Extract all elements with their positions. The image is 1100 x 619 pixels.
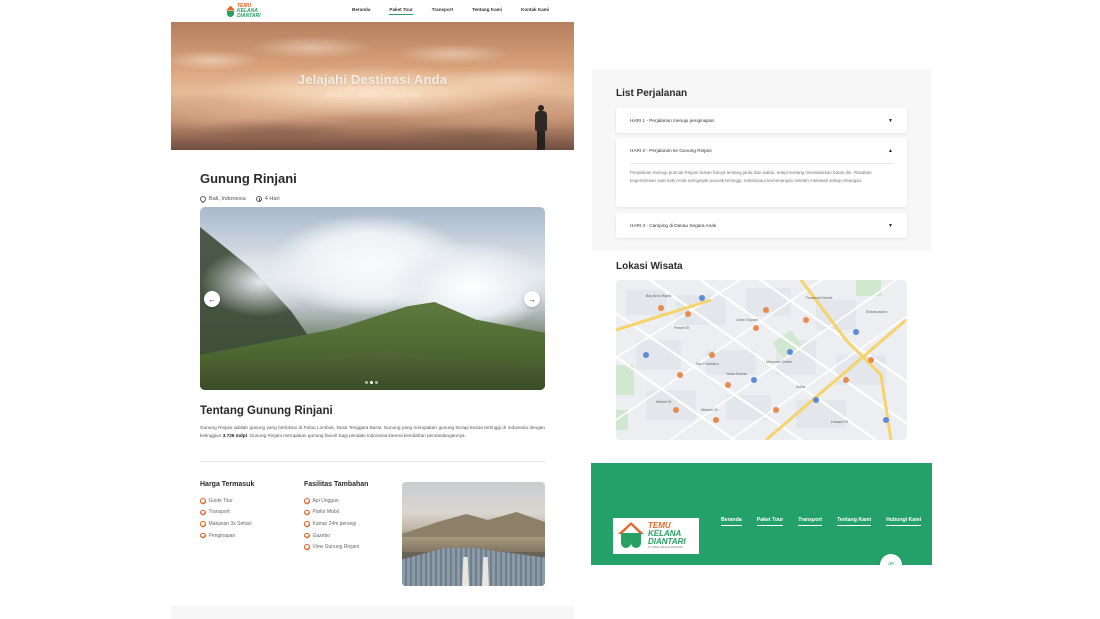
breadcrumb-home[interactable]: Beranda bbox=[326, 93, 343, 98]
logo-mark-icon bbox=[618, 522, 644, 550]
footer-link-transport[interactable]: Transport bbox=[798, 517, 823, 526]
footer-link-paket-tour[interactable]: Paket Tour bbox=[756, 517, 784, 526]
check-circle-icon bbox=[200, 498, 206, 504]
site-footer: TEMU KELANA DIANTARI PT TEMU KELANA DIAN… bbox=[591, 463, 932, 576]
map-label: Union Square bbox=[736, 318, 758, 322]
footer-link-hubungi-kami[interactable]: Hubungi Kami bbox=[886, 517, 922, 526]
map-label: San Francisco bbox=[696, 362, 719, 366]
map-label: Yerba Buena bbox=[726, 372, 747, 376]
check-circle-icon bbox=[304, 509, 310, 516]
footer-link-beranda[interactable]: Beranda bbox=[721, 517, 742, 526]
itinerary-day-2[interactable]: HARI 2 - Perjalanan ke Gunung Rinjani ▲ P… bbox=[616, 138, 907, 207]
destination-location: Bali, Indonesia bbox=[209, 196, 246, 202]
destination-meta: Bali, Indonesia 4 Hari bbox=[198, 194, 280, 204]
check-circle-icon bbox=[304, 521, 310, 527]
destination-title: Gunung Rinjani bbox=[200, 171, 297, 186]
list-item: Guide Tour bbox=[200, 495, 252, 507]
chevron-down-icon: ▼ bbox=[888, 222, 893, 229]
list-item: Penginapan bbox=[200, 530, 252, 542]
nav-paket-tour[interactable]: Paket Tour bbox=[389, 7, 413, 15]
footer-logo-tagline: PT TEMU KELANA DIANTARI bbox=[648, 546, 683, 549]
map-label: SoMa bbox=[796, 385, 806, 389]
carousel-dot[interactable] bbox=[365, 381, 368, 384]
footer-logo-word-3: DIANTARI bbox=[648, 537, 686, 546]
breadcrumb-separator: > bbox=[385, 93, 389, 98]
map-label: Howard St bbox=[831, 420, 848, 424]
photo-carousel[interactable]: ← → bbox=[200, 207, 545, 390]
list-item: View Gunung Rinjani bbox=[304, 541, 359, 553]
divider bbox=[200, 461, 545, 462]
list-item: Transport bbox=[200, 507, 252, 519]
itinerary-title: List Perjalanan bbox=[616, 88, 688, 99]
nav-tentang-kami[interactable]: Tentang Kami bbox=[472, 7, 502, 15]
accordion-body: Perjalanan menuju puncak Rinjani bukan h… bbox=[630, 163, 893, 184]
itinerary-day-1[interactable]: HARI 1 - Perjalanan menuju penginapan ▼ bbox=[616, 108, 907, 133]
itinerary-day-3[interactable]: HARI 3 - Camping di Danau Segara Anak ▼ bbox=[616, 213, 907, 238]
check-circle-icon bbox=[200, 532, 206, 539]
carousel-dots bbox=[365, 381, 378, 384]
footer-link-tentang-kami[interactable]: Tentang Kami bbox=[837, 517, 872, 526]
breadcrumb-separator: > bbox=[349, 93, 352, 98]
map-label: Market St bbox=[656, 400, 672, 404]
breadcrumb-paket-tour[interactable]: Paket Tour bbox=[358, 93, 380, 98]
list-item: Kamar 24m persegi bbox=[304, 518, 359, 530]
breadcrumb: Beranda > Paket Tour > Detail Paket bbox=[171, 93, 574, 98]
check-circle-icon bbox=[304, 532, 310, 539]
hiker-silhouette bbox=[533, 105, 549, 150]
included-list: Guide Tour Transport Makanan 3x Sehari P… bbox=[200, 495, 252, 541]
location-pin-icon bbox=[198, 194, 208, 204]
map-label: Bay Area Rapid bbox=[646, 294, 671, 298]
carousel-prev-button[interactable]: ← bbox=[204, 291, 220, 307]
list-item: Makanan 3x Sehari bbox=[200, 518, 252, 530]
nav-links: Beranda Paket Tour Transport Tentang Kam… bbox=[352, 7, 568, 15]
hero-title: Jelajahi Destinasi Anda bbox=[297, 72, 448, 87]
resort-photo bbox=[402, 482, 545, 586]
about-elevation: 3.726 mdpl bbox=[222, 433, 247, 438]
list-item: Gazebo bbox=[304, 530, 359, 542]
location-map[interactable]: Bay Area Rapid Powell St Union Square Sa… bbox=[616, 280, 907, 440]
breadcrumb-current: Detail Paket bbox=[394, 93, 420, 98]
nav-transport[interactable]: Transport bbox=[432, 7, 453, 15]
about-description: Gunung Rinjani adalah gunung yang berlok… bbox=[200, 425, 545, 438]
hero-banner: Jelajahi Destinasi Anda Beranda > Paket To… bbox=[171, 22, 574, 150]
carousel-dot-active[interactable] bbox=[370, 381, 373, 384]
footer-links: Beranda Paket Tour Transport Tentang Kam… bbox=[721, 517, 936, 526]
nav-beranda[interactable]: Beranda bbox=[352, 7, 370, 15]
carousel-dot[interactable] bbox=[375, 381, 378, 384]
map-label: Mission St bbox=[701, 408, 718, 412]
extras-title: Fasilitas Tambahan bbox=[304, 481, 369, 488]
check-circle-icon bbox=[200, 509, 206, 516]
accordion-header[interactable]: HARI 3 - Camping di Danau Segara Anak ▼ bbox=[616, 213, 907, 238]
clock-icon bbox=[255, 196, 262, 202]
carousel-next-button[interactable]: → bbox=[524, 291, 540, 307]
check-circle-icon bbox=[304, 498, 310, 504]
brand-logo[interactable]: TEMU KELANA DIANTARI bbox=[226, 3, 262, 19]
nav-kontak-kami[interactable]: Kontak Kami bbox=[521, 7, 549, 15]
map-label: Financial District bbox=[806, 296, 833, 300]
accordion-header[interactable]: HARI 2 - Perjalanan ke Gunung Rinjani ▲ bbox=[616, 138, 907, 163]
map-label: Embarcadero bbox=[866, 310, 888, 314]
list-item: Api Unggun bbox=[304, 495, 359, 507]
check-circle-icon bbox=[200, 521, 206, 527]
map-title: Lokasi Wisata bbox=[616, 261, 683, 272]
next-section-edge bbox=[171, 606, 574, 619]
footer-logo[interactable]: TEMU KELANA DIANTARI PT TEMU KELANA DIAN… bbox=[613, 518, 699, 554]
chevron-down-icon: ▼ bbox=[888, 117, 893, 124]
map-label: Powell St bbox=[674, 326, 689, 330]
top-navbar: TEMU KELANA DIANTARI Beranda Paket Tour … bbox=[0, 0, 1100, 22]
list-item: Parkir Mobil bbox=[304, 507, 359, 519]
logo-word-3: DIANTARI bbox=[237, 12, 261, 19]
logo-mark-icon bbox=[226, 5, 235, 17]
check-circle-icon bbox=[304, 544, 310, 550]
accordion-header[interactable]: HARI 1 - Perjalanan menuju penginapan ▼ bbox=[616, 108, 907, 133]
chevron-up-icon: ▲ bbox=[888, 147, 893, 154]
extras-list: Api Unggun Parkir Mobil Kamar 24m perseg… bbox=[304, 495, 359, 553]
destination-duration: 4 Hari bbox=[264, 196, 280, 202]
map-label: Moscone Center bbox=[766, 360, 793, 364]
about-title: Tentang Gunung Rinjani bbox=[200, 405, 333, 417]
included-title: Harga Termasuk bbox=[200, 481, 255, 488]
map-labels: Bay Area Rapid Powell St Union Square Sa… bbox=[616, 280, 907, 440]
